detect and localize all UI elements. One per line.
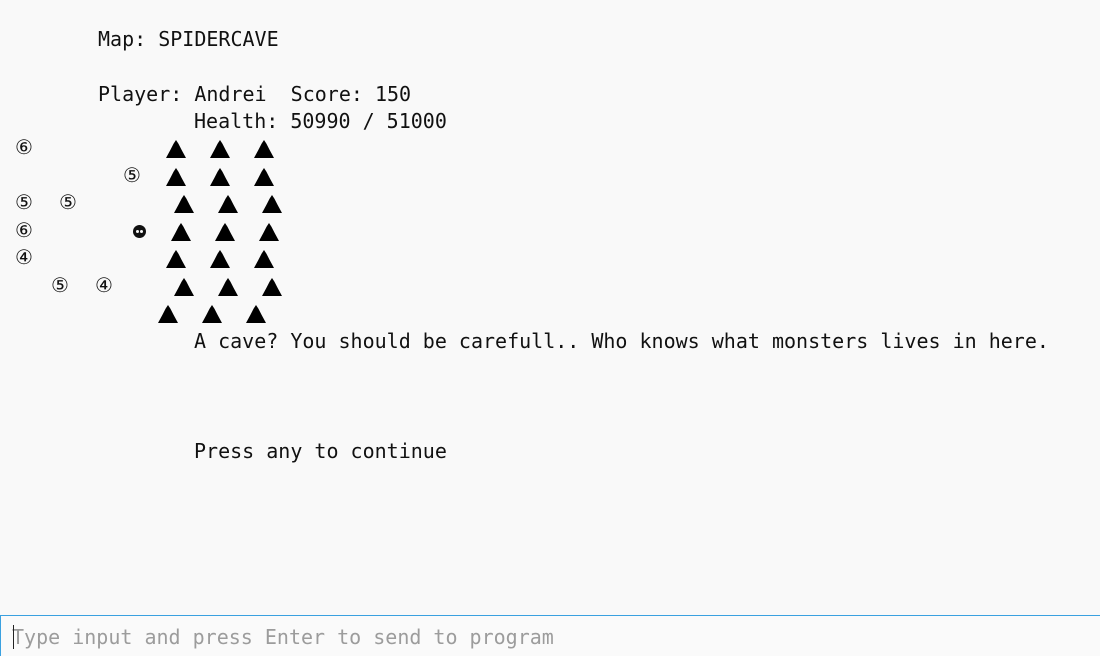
continue-prompt: Press any to continue — [194, 439, 447, 463]
monster-level-icon: ⑥ — [15, 135, 33, 159]
map-name-label: Map: SPIDERCAVE — [98, 27, 279, 51]
monster-level-icon: ④ — [95, 273, 113, 297]
description-text: A cave? You should be carefull.. Who kno… — [194, 329, 1049, 353]
player-score-label: Player: Andrei Score: 150 — [98, 82, 412, 106]
program-input-field[interactable] — [12, 622, 1092, 652]
health-label: Health: 50990 / 51000 — [194, 109, 447, 133]
player-icon — [133, 225, 146, 238]
monster-level-icon: ⑤ — [59, 190, 77, 214]
monster-level-icon: ⑤ — [15, 190, 33, 214]
input-bar — [0, 615, 1100, 656]
game-screen: Map: SPIDERCAVE Player: Andrei Score: 15… — [0, 0, 1100, 656]
monster-level-icon: ⑤ — [51, 273, 69, 297]
text-caret — [13, 625, 14, 649]
monster-level-icon: ④ — [15, 245, 33, 269]
monster-level-icon: ⑥ — [15, 218, 33, 242]
monster-level-icon: ⑤ — [123, 163, 141, 187]
